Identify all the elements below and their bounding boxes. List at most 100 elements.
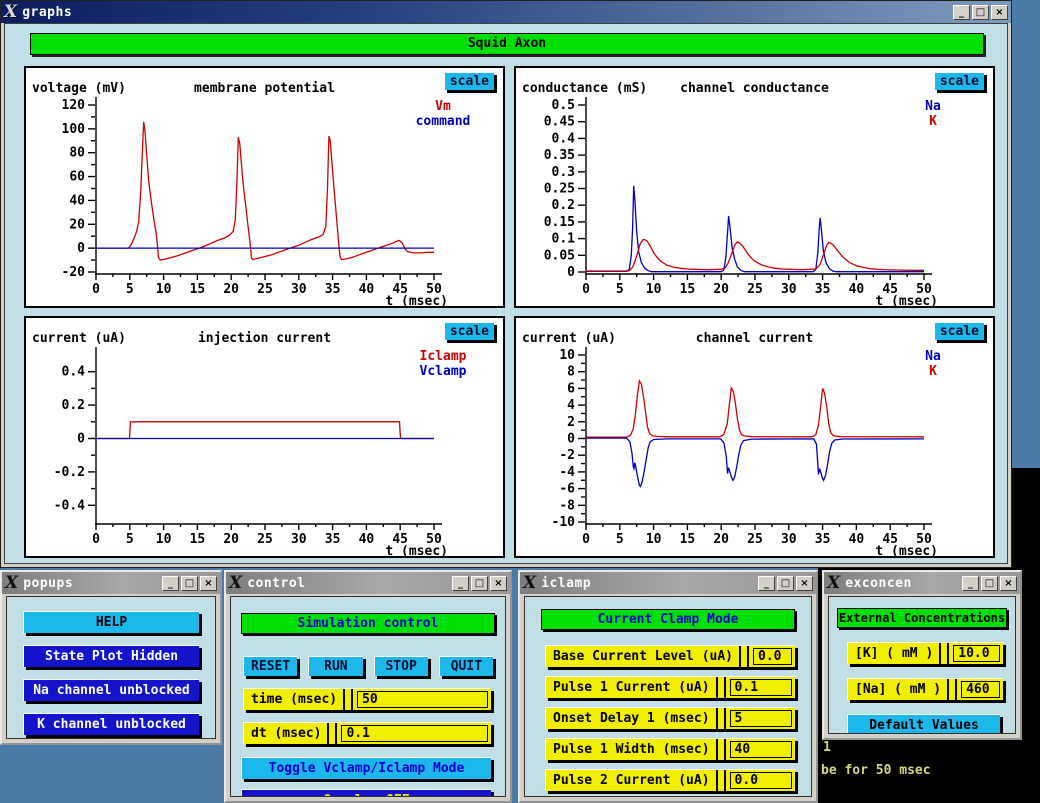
x-logo-icon: X [5,575,18,592]
svg-text:0: 0 [567,265,575,280]
field-value[interactable]: 5 [730,710,792,727]
iclamp-window: X iclamp _ □ × Current Clamp ModeBase Cu… [518,570,818,803]
na-channel-unblocked-button[interactable]: Na channel unblocked [23,679,199,701]
svg-text:0.25: 0.25 [544,182,575,197]
svg-text:4: 4 [567,398,575,413]
minimize-button[interactable]: _ [962,576,979,591]
svg-text:t (msec): t (msec) [385,544,448,556]
maximize-button[interactable]: □ [981,576,998,591]
exconcen-window: X exconcen _ □ × External Concentrations… [822,570,1022,740]
svg-text:40: 40 [849,282,865,297]
minimize-button[interactable]: _ [953,5,970,20]
field-separator-icon [716,770,726,791]
plot-channel-current: current (uA) channel current scale NaK 1… [514,316,995,558]
terminal-line: be for 50 msec [821,763,931,778]
plot-membrane-potential: voltage (mV) membrane potential scale Vm… [24,66,505,308]
plot-injection-current: current (uA) injection current scale Icl… [24,316,505,558]
field-separator-icon [716,739,726,760]
pulse-1-current-ua-field: Pulse 1 Current (uA) 0.1 [545,676,795,698]
svg-text:0: 0 [92,532,100,547]
exconcen-titlebar[interactable]: X exconcen _ □ × [824,572,1020,594]
minimize-button[interactable]: _ [758,576,775,591]
x-logo-icon: X [229,575,242,592]
overlay-off-button[interactable]: Overlay OFF [241,789,491,797]
svg-text:-8: -8 [559,498,575,513]
window-title: iclamp [541,576,591,591]
default-values-button[interactable]: Default Values [847,714,1000,734]
squid-axon-banner: Squid Axon [30,33,984,55]
field-separator-icon [716,677,726,698]
field-value[interactable]: 0.1 [341,725,488,742]
field-separator-icon [343,689,353,710]
svg-text:0: 0 [77,432,85,447]
k-mm-field: [K] ( mM ) 10.0 [847,642,1003,664]
field-value[interactable]: 0.0 [730,772,792,789]
field-label: Pulse 1 Width (msec) [553,742,710,757]
field-value[interactable]: 40 [730,741,792,758]
field-separator-icon [739,646,749,667]
svg-text:35: 35 [815,532,831,547]
svg-text:10: 10 [646,532,662,547]
svg-text:30: 30 [781,532,797,547]
field-label: [K] ( mM ) [855,646,933,661]
help-button[interactable]: HELP [23,611,199,633]
svg-text:20: 20 [223,532,239,547]
svg-text:40: 40 [359,282,375,297]
field-value[interactable]: 50 [357,691,488,708]
window-title: control [247,576,305,591]
field-label: Pulse 1 Current (uA) [553,680,710,695]
svg-text:40: 40 [69,193,85,208]
dt-msec-field: dt (msec)0.1 [243,722,491,744]
maximize-button[interactable]: □ [777,576,794,591]
control-window: X control _ □ × Simulation controlRESETR… [224,570,512,803]
x-logo-icon: X [523,575,536,592]
reset-button[interactable]: RESET [243,656,297,676]
svg-text:0.4: 0.4 [552,131,576,146]
field-label: Onset Delay 1 (msec) [553,711,710,726]
maximize-button[interactable]: □ [181,576,198,591]
svg-text:-4: -4 [559,465,575,480]
svg-text:20: 20 [713,532,729,547]
field-separator-icon [947,679,957,700]
close-button[interactable]: × [490,576,507,591]
stop-button[interactable]: STOP [374,656,428,676]
svg-text:15: 15 [680,282,696,297]
field-value[interactable]: 0.0 [753,648,792,665]
svg-text:15: 15 [190,282,206,297]
svg-text:35: 35 [815,282,831,297]
svg-text:5: 5 [126,282,134,297]
k-channel-unblocked-button[interactable]: K channel unblocked [23,713,199,735]
svg-text:0: 0 [582,282,590,297]
field-separator-icon [327,723,337,744]
iclamp-titlebar[interactable]: X iclamp _ □ × [520,572,816,594]
field-label: Base Current Level (uA) [553,649,733,664]
svg-text:-0.2: -0.2 [54,465,85,480]
field-label: time (msec) [251,692,337,707]
quit-button[interactable]: QUIT [439,656,493,676]
state-plot-hidden-button[interactable]: State Plot Hidden [23,645,199,667]
popups-titlebar[interactable]: X popups _ □ × [2,572,220,594]
svg-text:15: 15 [680,532,696,547]
svg-text:30: 30 [291,532,307,547]
field-value[interactable]: 460 [961,681,1000,698]
toggle-vclamp-iclamp-mode-button[interactable]: Toggle Vclamp/Iclamp Mode [241,757,491,779]
close-button[interactable]: × [796,576,813,591]
svg-text:0: 0 [582,532,590,547]
control-titlebar[interactable]: X control _ □ × [226,572,510,594]
field-value[interactable]: 10.0 [953,645,1000,662]
svg-text:60: 60 [69,170,85,185]
field-label: Pulse 2 Current (uA) [553,773,710,788]
field-value[interactable]: 0.1 [730,679,792,696]
svg-text:t (msec): t (msec) [875,544,938,556]
close-button[interactable]: × [1000,576,1017,591]
run-button[interactable]: RUN [308,656,362,676]
minimize-button[interactable]: _ [452,576,469,591]
maximize-button[interactable]: □ [972,5,989,20]
maximize-button[interactable]: □ [471,576,488,591]
svg-text:0.1: 0.1 [552,232,576,247]
minimize-button[interactable]: _ [162,576,179,591]
plot-canvas: 120100806040200-2005101520253035404550t … [26,68,503,306]
graphs-titlebar[interactable]: X graphs _ □ × [1,1,1011,23]
close-button[interactable]: × [991,5,1008,20]
close-button[interactable]: × [200,576,217,591]
